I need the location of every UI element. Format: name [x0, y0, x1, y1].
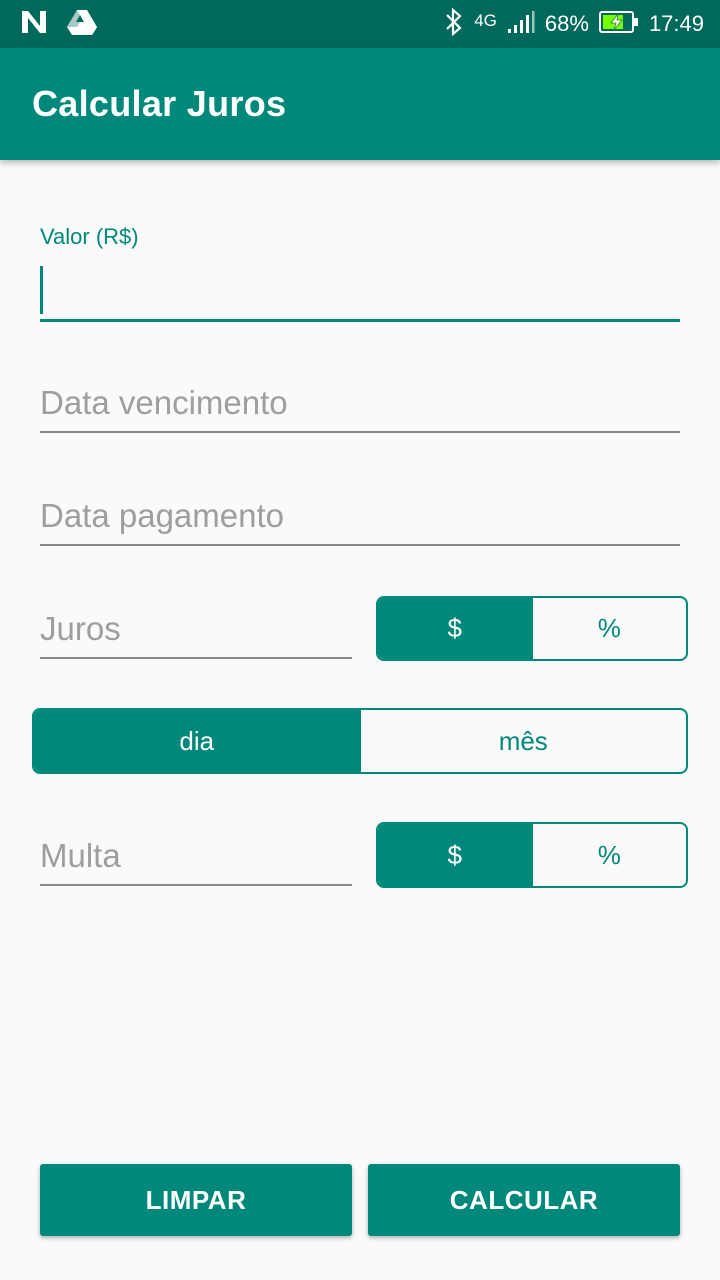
network-type: 4G: [474, 11, 497, 30]
drive-icon: [66, 8, 98, 41]
juros-input[interactable]: [40, 604, 352, 654]
data-pagamento-input[interactable]: [40, 491, 680, 541]
calculate-button[interactable]: CALCULAR: [368, 1164, 680, 1236]
data-pagamento-underline: [40, 544, 680, 546]
juros-unit-percent[interactable]: %: [531, 598, 687, 659]
data-vencimento-input[interactable]: [40, 378, 680, 428]
bluetooth-icon: [444, 7, 464, 41]
battery-percent: 68%: [544, 11, 589, 36]
valor-input[interactable]: [40, 264, 680, 314]
juros-unit-currency[interactable]: $: [378, 598, 532, 659]
status-notifications: [20, 8, 116, 41]
app-bar: Calcular Juros: [0, 48, 720, 160]
multa-unit-toggle: $ %: [376, 822, 688, 888]
battery-charging-icon: [598, 10, 639, 39]
status-bar: 4G 68% 17:49: [0, 0, 720, 48]
multa-input[interactable]: [40, 831, 352, 881]
data-vencimento-underline: [40, 431, 680, 433]
n-notification-icon: [20, 9, 48, 40]
period-toggle: dia mês: [32, 708, 688, 774]
data-vencimento-field: [40, 376, 680, 436]
period-option-mes[interactable]: mês: [359, 710, 687, 772]
multa-unit-percent[interactable]: %: [531, 824, 687, 886]
juros-underline: [40, 657, 352, 659]
period-option-dia[interactable]: dia: [34, 710, 360, 772]
multa-unit-currency[interactable]: $: [378, 824, 532, 886]
data-pagamento-field: [40, 489, 680, 549]
multa-underline: [40, 884, 352, 886]
clear-button[interactable]: LIMPAR: [40, 1164, 352, 1236]
page-title: Calcular Juros: [32, 83, 287, 124]
status-system: 4G 68% 17:49: [434, 7, 704, 41]
multa-field: [40, 829, 352, 889]
valor-underline: [40, 319, 680, 322]
juros-unit-toggle: $ %: [376, 596, 688, 661]
clock: 17:49: [648, 11, 704, 36]
juros-field: [40, 602, 352, 662]
valor-field: Valor (R$): [40, 224, 680, 324]
signal-icon: [507, 10, 535, 39]
valor-label: Valor (R$): [40, 224, 139, 249]
